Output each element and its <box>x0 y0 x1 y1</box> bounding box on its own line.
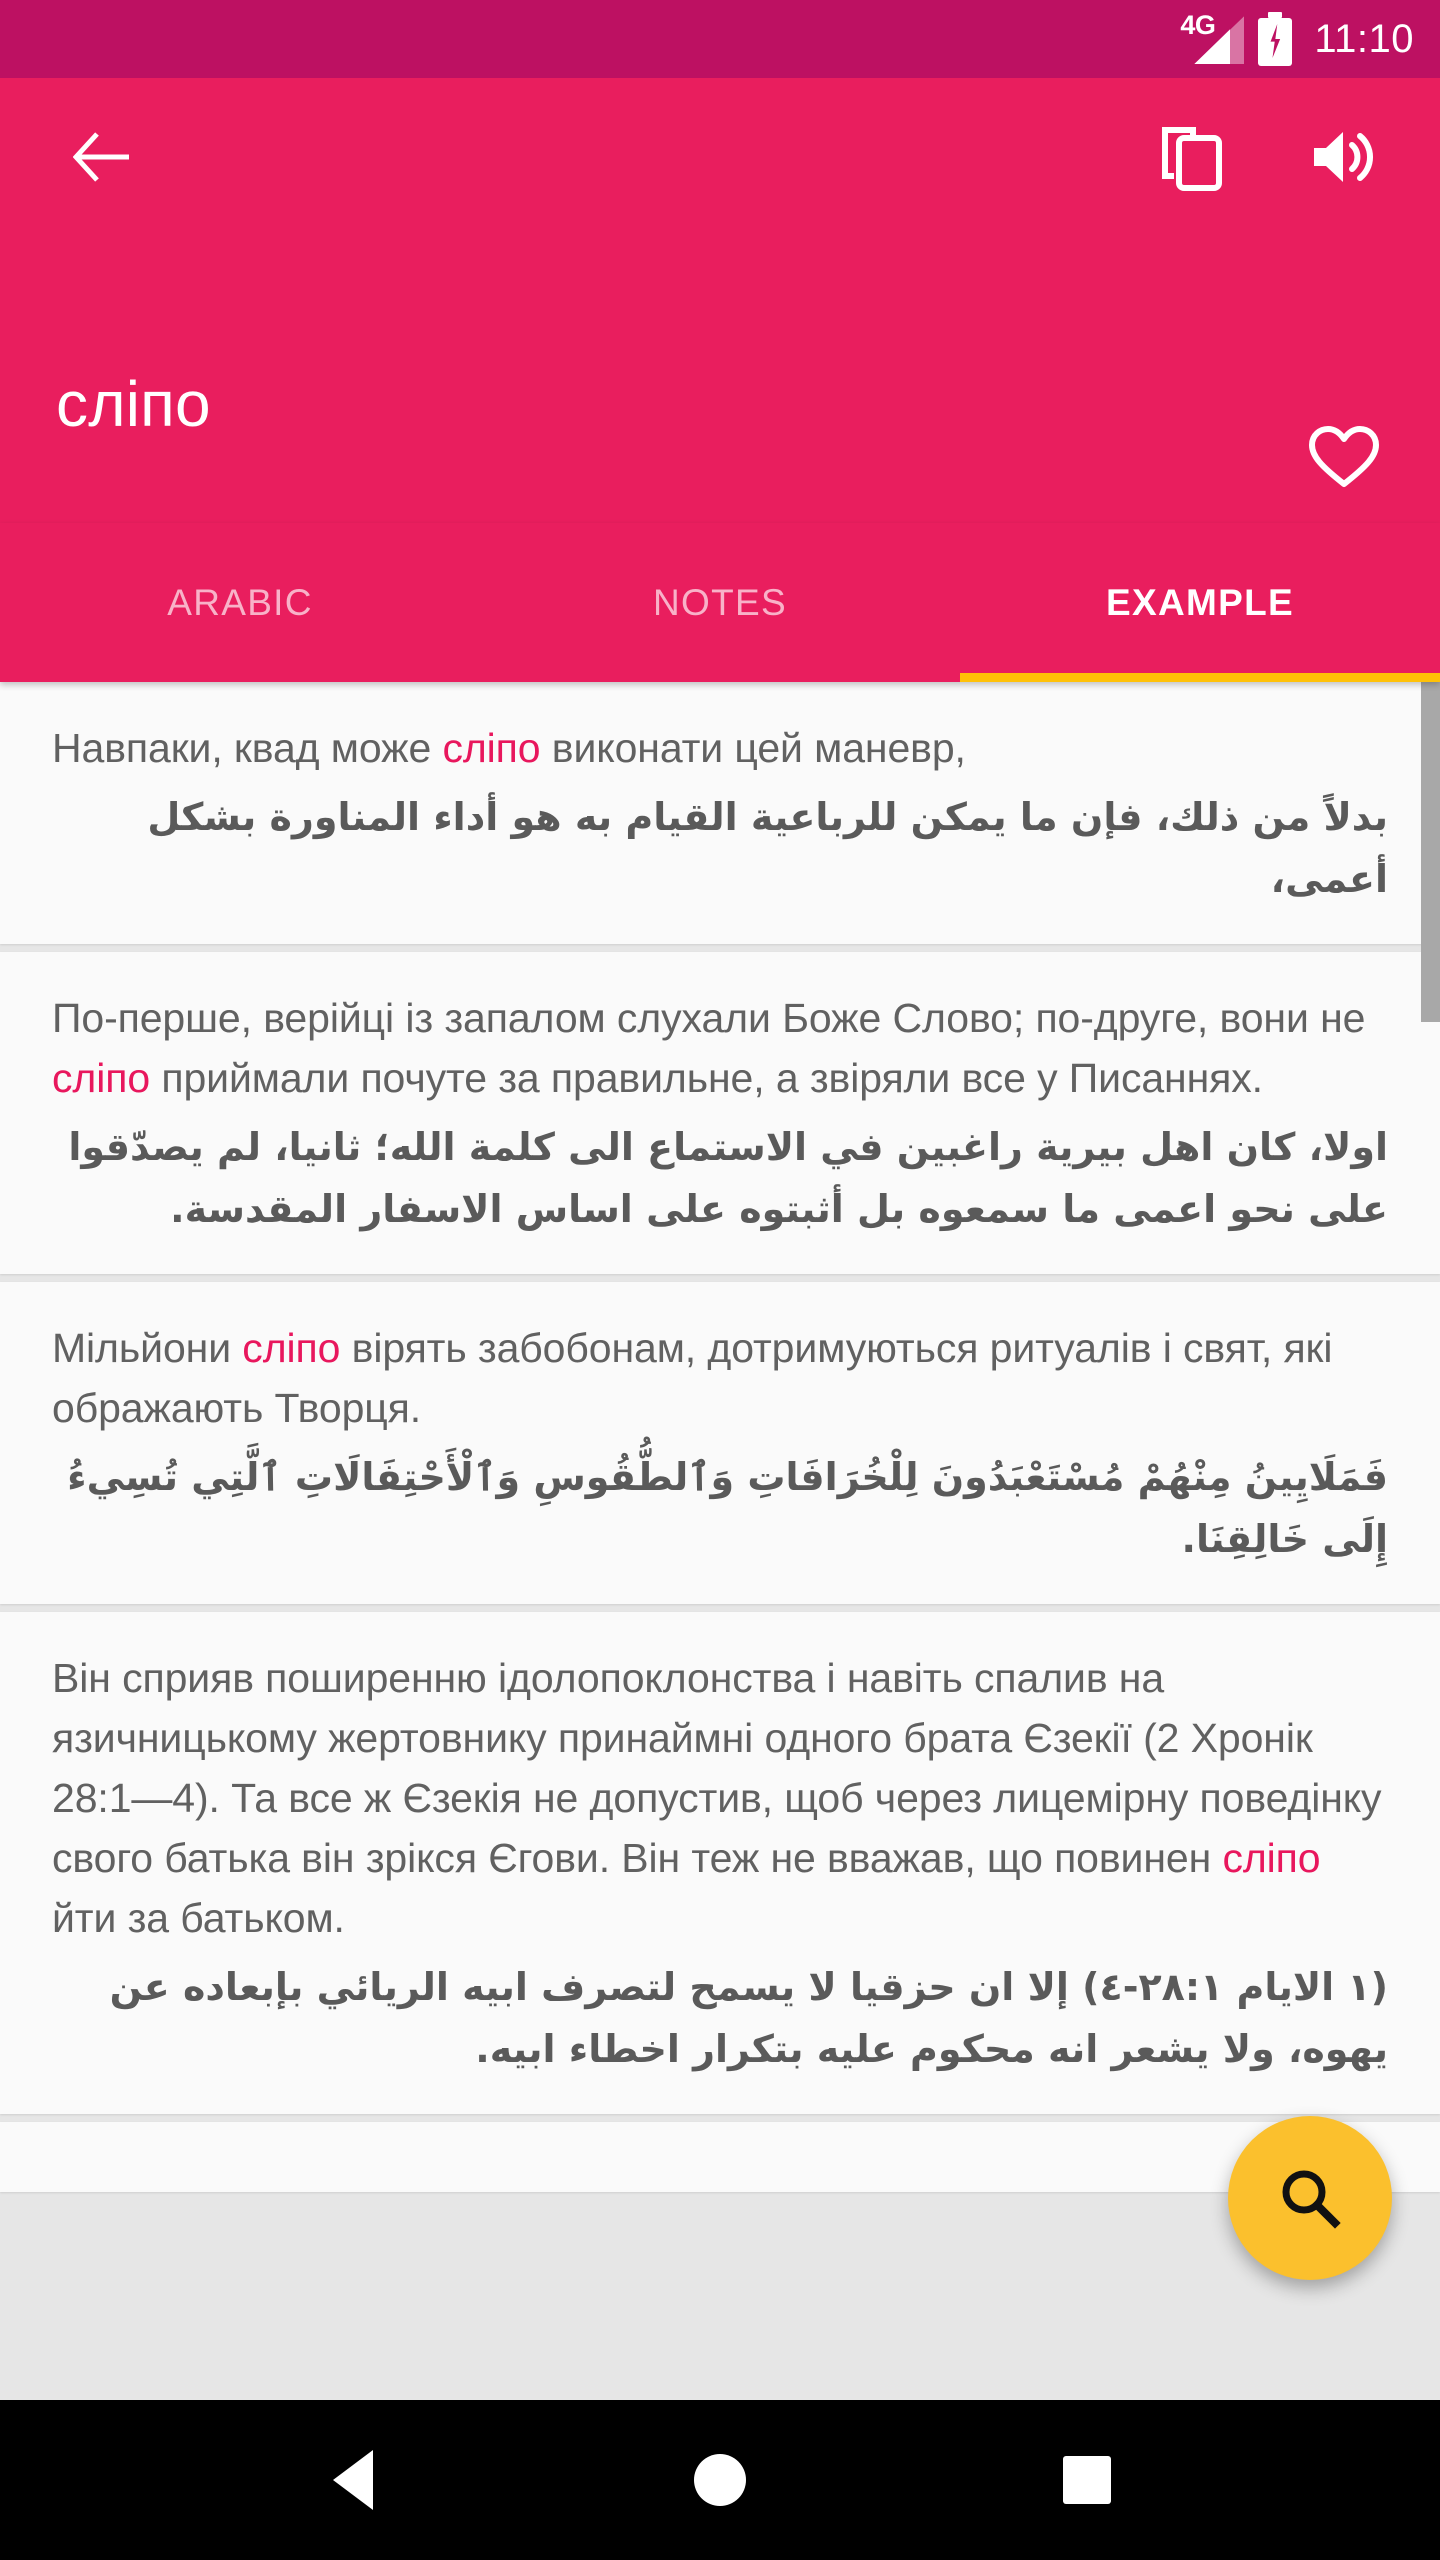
text-before-highlight: По-перше, верійці із запалом слухали Бож… <box>52 995 1366 1041</box>
app-bar-right-actions <box>1144 109 1392 205</box>
tab-notes[interactable]: NOTES <box>480 523 960 682</box>
example-ukrainian-text: Навпаки, квад може сліпо виконати цей ма… <box>52 718 1388 778</box>
example-arabic-text: اولا، كان اهل بيرية راغبين في الاستماع ا… <box>68 1125 1388 1231</box>
status-bar: 4G 11:10 <box>0 0 1440 78</box>
text-after-highlight: приймали почуте за правильне, а звіряли … <box>150 1055 1263 1101</box>
example-card[interactable] <box>0 2122 1440 2192</box>
text-before-highlight: Навпаки, квад може <box>52 725 443 771</box>
example-arabic-text: فَمَلَايِينُ مِنْهُمْ مُسْتَعْبَدُونَ لِ… <box>67 1455 1388 1561</box>
app-screen: 4G 11:10 сліпо ARABIC NOTES EXAMPLE Навп… <box>0 0 1440 2560</box>
search-icon <box>1282 2170 1341 2229</box>
android-navigation-bar <box>0 2400 1440 2560</box>
back-arrow-icon[interactable] <box>56 109 152 205</box>
favorite-heart-icon[interactable] <box>1296 409 1392 505</box>
examples-scroll-container[interactable]: Навпаки, квад може сліпо виконати цей ма… <box>0 682 1440 2400</box>
tab-arabic[interactable]: ARABIC <box>0 523 480 682</box>
battery-charging-icon <box>1258 12 1293 66</box>
nav-back-icon[interactable] <box>293 2420 413 2540</box>
signal-bars-icon: 4G <box>1180 10 1245 66</box>
copy-icon[interactable] <box>1144 109 1240 205</box>
highlighted-word: сліпо <box>1222 1835 1321 1881</box>
examples-list[interactable]: Навпаки, квад може сліпо виконати цей ма… <box>0 682 1440 2400</box>
text-after-highlight: виконати цей маневр, <box>540 725 966 771</box>
example-card[interactable]: Він сприяв поширенню ідолопоклонства і н… <box>0 1612 1440 2114</box>
search-fab-button[interactable] <box>1228 2116 1392 2280</box>
example-arabic-text: (١ الايام ٢٨:١-٤) إلا ان حزقيا لا يسمح ل… <box>109 1965 1388 2071</box>
highlighted-word: сліпо <box>442 725 541 771</box>
text-before-highlight: Мільйони <box>52 1325 243 1371</box>
text-after-highlight: йти за батьком. <box>52 1895 345 1941</box>
app-bar: сліпо <box>0 78 1440 523</box>
example-ukrainian-text: Він сприяв поширенню ідолопоклонства і н… <box>52 1648 1388 1948</box>
example-card[interactable]: Навпаки, квад може сліпо виконати цей ма… <box>0 682 1440 944</box>
example-card[interactable]: Мільйони сліпо вірять забобонам, дотриму… <box>0 1282 1440 1604</box>
highlighted-word: сліпо <box>52 1055 151 1101</box>
highlighted-word: сліпо <box>242 1325 341 1371</box>
vertical-scrollbar[interactable] <box>1421 682 1440 1022</box>
tab-bar: ARABIC NOTES EXAMPLE <box>0 523 1440 682</box>
app-bar-actions <box>0 78 1440 236</box>
tab-example[interactable]: EXAMPLE <box>960 523 1440 682</box>
network-type-label: 4G <box>1180 10 1216 40</box>
text-before-highlight: Він сприяв поширенню ідолопоклонства і н… <box>52 1655 1382 1881</box>
volume-up-icon[interactable] <box>1296 109 1392 205</box>
page-title: сліпо <box>56 368 211 440</box>
nav-home-icon[interactable] <box>660 2420 780 2540</box>
example-card[interactable]: По-перше, верійці із запалом слухали Бож… <box>0 952 1440 1274</box>
example-arabic-text: بدلاً من ذلك، فإن ما يمكن للرباعية القيا… <box>147 795 1388 901</box>
example-ukrainian-text: Мільйони сліпо вірять забобонам, дотриму… <box>52 1318 1388 1438</box>
nav-recents-icon[interactable] <box>1027 2420 1147 2540</box>
status-bar-icons: 4G 11:10 <box>1180 12 1414 66</box>
status-bar-clock: 11:10 <box>1314 17 1414 61</box>
example-ukrainian-text: По-перше, верійці із запалом слухали Бож… <box>52 988 1388 1108</box>
